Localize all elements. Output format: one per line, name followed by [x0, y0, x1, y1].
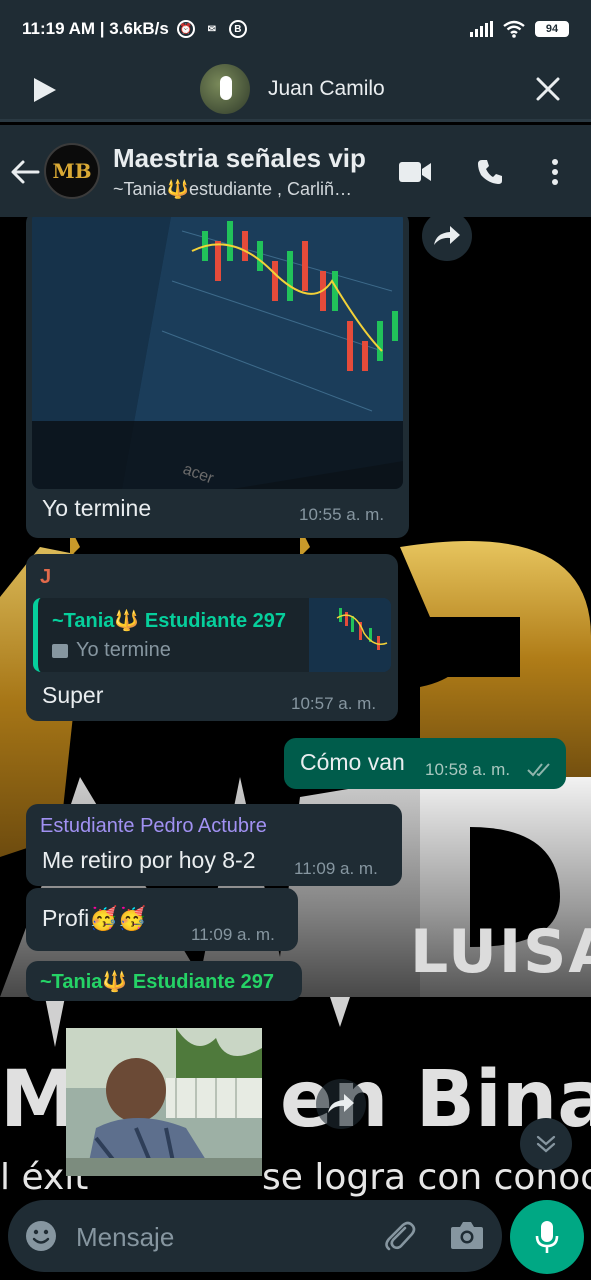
group-avatar[interactable]: MB	[44, 143, 100, 199]
wifi-icon	[503, 20, 525, 38]
message-bubble-profi[interactable]: Profi🥳🥳 11:09 a. m.	[26, 888, 298, 951]
message-sender: J	[40, 566, 52, 588]
back-arrow-icon[interactable]	[10, 159, 40, 185]
alarm-icon: ⏰	[176, 20, 195, 38]
chat-header: MB Maestria señales vip ~Tania🔱estudiant…	[0, 125, 591, 217]
status-bar: 11:19 AM | 3.6kB/s ⏰ ✉ B 94	[0, 0, 591, 58]
signal-icon	[470, 21, 493, 37]
chat-background[interactable]: LUISA Ma en Binar l éxit se logra con co…	[0, 217, 591, 1280]
photo-icon	[52, 644, 68, 658]
message-bubble-pedro[interactable]: Estudiante Pedro Actubre Me retiro por h…	[26, 804, 402, 886]
message-text: Profi🥳🥳	[42, 905, 147, 931]
participant-avatar	[200, 64, 250, 114]
b-badge-icon: B	[228, 20, 247, 38]
more-vert-icon[interactable]	[548, 158, 562, 186]
quoted-message[interactable]: ~Tania🔱 Estudiante 297 Yo termine	[33, 598, 391, 672]
voice-call-bar[interactable]: Juan Camilo	[0, 58, 591, 122]
message-bubble-outgoing[interactable]: Cómo van 10:58 a. m.	[284, 738, 566, 789]
scroll-to-bottom-button[interactable]	[520, 1118, 572, 1170]
quoted-text: Yo termine	[76, 639, 171, 661]
call-participant[interactable]: Juan Camilo	[200, 64, 385, 114]
mic-icon	[535, 1221, 559, 1253]
phone-icon[interactable]	[476, 158, 504, 186]
close-icon[interactable]	[535, 76, 561, 102]
message-text: Me retiro por hoy 8-2	[42, 847, 256, 873]
message-time: 11:09 a. m.	[191, 925, 275, 944]
play-icon[interactable]	[32, 76, 58, 104]
message-time: 10:55 a. m.	[299, 505, 385, 524]
message-caption: Yo termine	[42, 495, 152, 521]
forward-icon	[328, 1094, 354, 1113]
camera-icon[interactable]	[450, 1220, 484, 1250]
message-time: 10:57 a. m.	[291, 694, 377, 713]
message-sender: ~Tania🔱 Estudiante 297	[40, 971, 275, 993]
attach-icon[interactable]	[381, 1218, 417, 1254]
message-composer[interactable]: Mensaje	[8, 1200, 502, 1272]
message-time: 11:09 a. m.	[294, 859, 378, 878]
forward-button[interactable]	[316, 1079, 366, 1129]
message-bubble-image[interactable]: acer Yo termine 10:55 a. m.	[26, 217, 409, 538]
quoted-author: ~Tania🔱 Estudiante 297	[52, 610, 287, 632]
read-receipt-icon	[527, 763, 550, 777]
message-input[interactable]: Mensaje	[76, 1222, 174, 1253]
status-time: 11:19 AM | 3.6kB/s	[22, 19, 169, 38]
gif-media[interactable]	[66, 1028, 262, 1176]
message-time: 10:58 a. m.	[425, 760, 511, 779]
trading-chart-photo[interactable]: acer	[32, 217, 403, 489]
message-text: Cómo van	[300, 749, 405, 775]
quoted-thumbnail	[309, 598, 391, 672]
message-sender: Estudiante Pedro Actubre	[40, 815, 267, 837]
participant-name: Juan Camilo	[268, 77, 385, 100]
message-text: Super	[42, 682, 104, 708]
group-members[interactable]: ~Tania🔱estudiante , Carliñ…	[113, 179, 383, 200]
forward-icon	[434, 226, 460, 245]
message-bubble-reply[interactable]: J ~Tania🔱 Estudiante 297 Yo termine Supe…	[26, 554, 398, 721]
chevron-double-down-icon	[536, 1135, 556, 1153]
wallpaper-text-luisa: LUISA	[410, 917, 591, 987]
messenger-icon: ✉	[207, 23, 217, 35]
message-bubble-gif-sender[interactable]: ~Tania🔱 Estudiante 297	[26, 961, 302, 1001]
voice-record-button[interactable]	[510, 1200, 584, 1274]
video-call-icon[interactable]	[398, 161, 432, 183]
group-title[interactable]: Maestria señales vip	[113, 143, 366, 174]
mic-icon	[220, 76, 232, 100]
emoji-icon[interactable]	[25, 1220, 57, 1252]
battery-icon: 94	[535, 21, 569, 37]
